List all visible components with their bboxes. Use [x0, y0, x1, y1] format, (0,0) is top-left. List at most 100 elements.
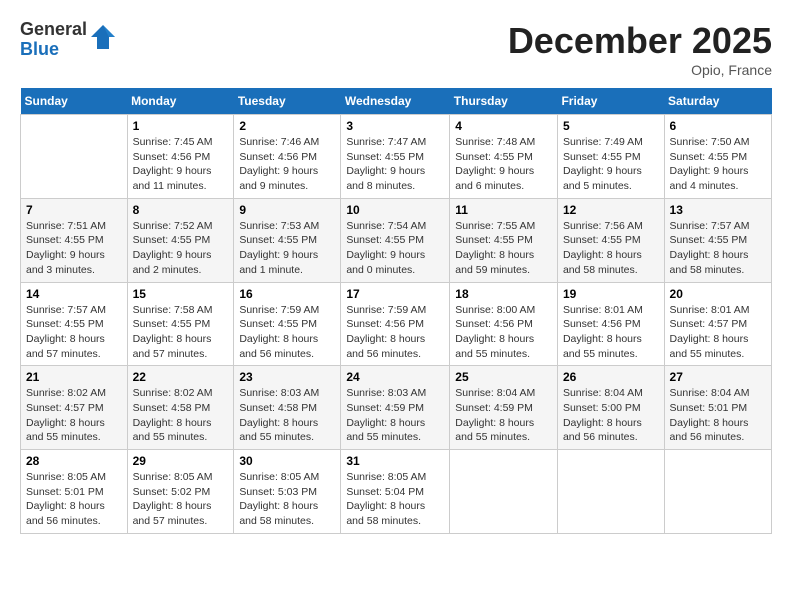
calendar-cell: 16 Sunrise: 7:59 AM Sunset: 4:55 PM Dayli… — [234, 282, 341, 366]
day-info: Sunrise: 7:55 AM Sunset: 4:55 PM Dayligh… — [455, 219, 552, 278]
day-number: 11 — [455, 203, 552, 217]
calendar-week-4: 21Sunrise: 8:02 AM Sunset: 4:57 PM Dayli… — [21, 366, 772, 450]
day-info: Sunrise: 7:57 AM Sunset: 4:55 PM Dayligh… — [670, 219, 766, 278]
calendar-cell: 12 Sunrise: 7:56 AM Sunset: 4:55 PM Dayli… — [557, 198, 664, 282]
day-info: Sunrise: 8:01 AM Sunset: 4:56 PM Dayligh… — [563, 303, 659, 362]
day-info: Sunrise: 7:53 AM Sunset: 4:55 PM Dayligh… — [239, 219, 335, 278]
calendar-cell: 1Sunrise: 7:45 AM Sunset: 4:56 PM Daylig… — [127, 115, 234, 199]
day-info: Sunrise: 7:54 AM Sunset: 4:55 PM Dayligh… — [346, 219, 444, 278]
logo-icon — [89, 23, 117, 51]
calendar-cell: 25Sunrise: 8:04 AM Sunset: 4:59 PM Dayli… — [450, 366, 558, 450]
calendar-table: Sunday Monday Tuesday Wednesday Thursday… — [20, 88, 772, 534]
day-number: 26 — [563, 370, 659, 384]
location: Opio, France — [508, 62, 772, 78]
calendar-week-5: 28 Sunrise: 8:05 AM Sunset: 5:01 PM Dayli… — [21, 450, 772, 534]
day-number: 22 — [133, 370, 229, 384]
calendar-week-3: 14 Sunrise: 7:57 AM Sunset: 4:55 PM Dayli… — [21, 282, 772, 366]
day-number: 30 — [239, 454, 335, 468]
calendar-cell: 11 Sunrise: 7:55 AM Sunset: 4:55 PM Dayli… — [450, 198, 558, 282]
calendar-cell: 2 Sunrise: 7:46 AM Sunset: 4:56 PM Daylig… — [234, 115, 341, 199]
calendar-cell — [450, 450, 558, 534]
calendar-cell: 21Sunrise: 8:02 AM Sunset: 4:57 PM Dayli… — [21, 366, 128, 450]
day-info: Sunrise: 7:49 AM Sunset: 4:55 PM Dayligh… — [563, 135, 659, 194]
col-saturday: Saturday — [664, 88, 771, 115]
calendar-cell: 20 Sunrise: 8:01 AM Sunset: 4:57 PM Dayli… — [664, 282, 771, 366]
calendar-cell: 13 Sunrise: 7:57 AM Sunset: 4:55 PM Dayli… — [664, 198, 771, 282]
day-info: Sunrise: 8:04 AM Sunset: 5:01 PM Dayligh… — [670, 386, 766, 445]
day-number: 3 — [346, 119, 444, 133]
day-number: 12 — [563, 203, 659, 217]
calendar-cell: 23 Sunrise: 8:03 AM Sunset: 4:58 PM Dayli… — [234, 366, 341, 450]
day-info: Sunrise: 8:03 AM Sunset: 4:58 PM Dayligh… — [239, 386, 335, 445]
calendar-cell — [21, 115, 128, 199]
day-info: Sunrise: 7:48 AM Sunset: 4:55 PM Dayligh… — [455, 135, 552, 194]
day-info: Sunrise: 7:56 AM Sunset: 4:55 PM Dayligh… — [563, 219, 659, 278]
day-info: Sunrise: 8:04 AM Sunset: 5:00 PM Dayligh… — [563, 386, 659, 445]
col-tuesday: Tuesday — [234, 88, 341, 115]
day-info: Sunrise: 8:05 AM Sunset: 5:01 PM Dayligh… — [26, 470, 122, 529]
day-number: 13 — [670, 203, 766, 217]
day-number: 21 — [26, 370, 122, 384]
calendar-cell: 14 Sunrise: 7:57 AM Sunset: 4:55 PM Dayli… — [21, 282, 128, 366]
day-number: 24 — [346, 370, 444, 384]
calendar-cell: 18Sunrise: 8:00 AM Sunset: 4:56 PM Dayli… — [450, 282, 558, 366]
calendar-week-1: 1Sunrise: 7:45 AM Sunset: 4:56 PM Daylig… — [21, 115, 772, 199]
day-info: Sunrise: 7:58 AM Sunset: 4:55 PM Dayligh… — [133, 303, 229, 362]
calendar-cell: 6Sunrise: 7:50 AM Sunset: 4:55 PM Daylig… — [664, 115, 771, 199]
day-number: 29 — [133, 454, 229, 468]
day-number: 2 — [239, 119, 335, 133]
day-number: 17 — [346, 287, 444, 301]
day-number: 1 — [133, 119, 229, 133]
day-number: 28 — [26, 454, 122, 468]
col-thursday: Thursday — [450, 88, 558, 115]
day-number: 8 — [133, 203, 229, 217]
day-number: 4 — [455, 119, 552, 133]
day-info: Sunrise: 8:05 AM Sunset: 5:03 PM Dayligh… — [239, 470, 335, 529]
calendar-cell: 31 Sunrise: 8:05 AM Sunset: 5:04 PM Dayli… — [341, 450, 450, 534]
calendar-cell: 15Sunrise: 7:58 AM Sunset: 4:55 PM Dayli… — [127, 282, 234, 366]
day-info: Sunrise: 8:04 AM Sunset: 4:59 PM Dayligh… — [455, 386, 552, 445]
day-number: 5 — [563, 119, 659, 133]
day-info: Sunrise: 7:57 AM Sunset: 4:55 PM Dayligh… — [26, 303, 122, 362]
calendar-cell: 30 Sunrise: 8:05 AM Sunset: 5:03 PM Dayli… — [234, 450, 341, 534]
logo-general-text: General — [20, 20, 87, 40]
day-info: Sunrise: 7:59 AM Sunset: 4:55 PM Dayligh… — [239, 303, 335, 362]
day-number: 6 — [670, 119, 766, 133]
day-number: 27 — [670, 370, 766, 384]
day-number: 31 — [346, 454, 444, 468]
day-number: 19 — [563, 287, 659, 301]
calendar-cell: 28 Sunrise: 8:05 AM Sunset: 5:01 PM Dayli… — [21, 450, 128, 534]
calendar-cell: 24 Sunrise: 8:03 AM Sunset: 4:59 PM Dayli… — [341, 366, 450, 450]
day-number: 23 — [239, 370, 335, 384]
calendar-cell — [664, 450, 771, 534]
logo-blue-text: Blue — [20, 40, 87, 60]
calendar-cell: 8 Sunrise: 7:52 AM Sunset: 4:55 PM Daylig… — [127, 198, 234, 282]
day-info: Sunrise: 8:05 AM Sunset: 5:04 PM Dayligh… — [346, 470, 444, 529]
logo: General Blue — [20, 20, 117, 60]
col-sunday: Sunday — [21, 88, 128, 115]
day-number: 7 — [26, 203, 122, 217]
calendar-cell: 17 Sunrise: 7:59 AM Sunset: 4:56 PM Dayli… — [341, 282, 450, 366]
calendar-cell: 26 Sunrise: 8:04 AM Sunset: 5:00 PM Dayli… — [557, 366, 664, 450]
header-row: Sunday Monday Tuesday Wednesday Thursday… — [21, 88, 772, 115]
day-info: Sunrise: 7:51 AM Sunset: 4:55 PM Dayligh… — [26, 219, 122, 278]
col-monday: Monday — [127, 88, 234, 115]
calendar-cell: 22Sunrise: 8:02 AM Sunset: 4:58 PM Dayli… — [127, 366, 234, 450]
day-info: Sunrise: 7:47 AM Sunset: 4:55 PM Dayligh… — [346, 135, 444, 194]
day-info: Sunrise: 7:59 AM Sunset: 4:56 PM Dayligh… — [346, 303, 444, 362]
day-number: 16 — [239, 287, 335, 301]
day-info: Sunrise: 8:03 AM Sunset: 4:59 PM Dayligh… — [346, 386, 444, 445]
day-info: Sunrise: 8:05 AM Sunset: 5:02 PM Dayligh… — [133, 470, 229, 529]
day-number: 14 — [26, 287, 122, 301]
calendar-cell: 5 Sunrise: 7:49 AM Sunset: 4:55 PM Daylig… — [557, 115, 664, 199]
day-number: 20 — [670, 287, 766, 301]
col-friday: Friday — [557, 88, 664, 115]
title-area: December 2025 Opio, France — [508, 20, 772, 78]
day-info: Sunrise: 7:46 AM Sunset: 4:56 PM Dayligh… — [239, 135, 335, 194]
day-number: 18 — [455, 287, 552, 301]
day-info: Sunrise: 7:52 AM Sunset: 4:55 PM Dayligh… — [133, 219, 229, 278]
calendar-cell: 9Sunrise: 7:53 AM Sunset: 4:55 PM Daylig… — [234, 198, 341, 282]
day-info: Sunrise: 8:01 AM Sunset: 4:57 PM Dayligh… — [670, 303, 766, 362]
calendar-cell: 3 Sunrise: 7:47 AM Sunset: 4:55 PM Daylig… — [341, 115, 450, 199]
calendar-week-2: 7 Sunrise: 7:51 AM Sunset: 4:55 PM Daylig… — [21, 198, 772, 282]
